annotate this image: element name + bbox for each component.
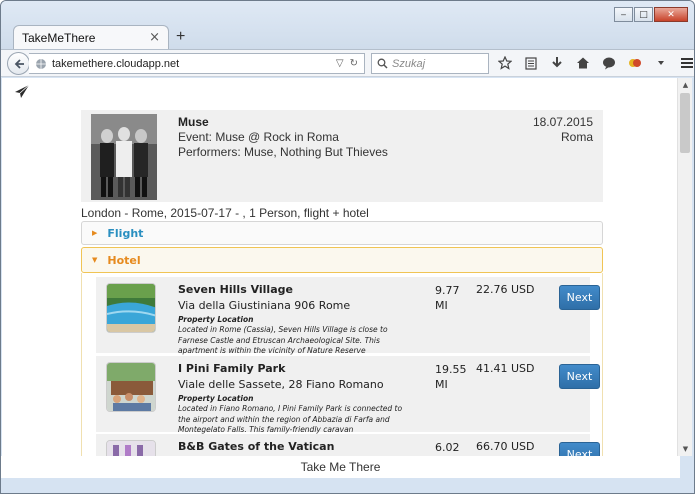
event-date: 18.07.2015 (532, 115, 593, 129)
next-button[interactable]: Next (559, 285, 600, 310)
event-title: Event: Muse @ Rock in Roma (178, 130, 339, 144)
hotel-item: B&B Gates of the Vatican 6.02 66.70 USD … (96, 434, 600, 456)
trip-summary: London - Rome, 2015-07-17 - , 1 Person, … (81, 206, 369, 220)
hotel-section-label: Hotel (107, 253, 141, 267)
scroll-down-icon[interactable]: ▼ (678, 442, 693, 456)
title-bar: ‒ □ ✕ TakeMeThere × + (1, 1, 694, 49)
hotel-address: Via della Giustiniana 906 Rome (178, 299, 351, 312)
next-button[interactable]: Next (559, 364, 600, 389)
hotel-section-header[interactable]: ▼ Hotel (81, 247, 603, 273)
home-icon[interactable] (575, 55, 591, 71)
browser-tab[interactable]: TakeMeThere × (13, 25, 169, 49)
flight-section-header[interactable]: ▶ Flight (81, 221, 603, 245)
navigation-bar: takemethere.cloudapp.net ▽ ↻ Szukaj (1, 49, 694, 77)
search-icon (377, 58, 388, 69)
hotel-distance: 9.77 MI (435, 284, 460, 312)
menu-icon[interactable] (679, 55, 694, 71)
page-viewport: Muse Event: Muse @ Rock in Roma Performe… (2, 78, 679, 456)
window-bottom-frame (1, 478, 694, 493)
reload-icon[interactable]: ↻ (350, 58, 358, 69)
maximize-button[interactable]: □ (634, 7, 653, 22)
event-performers: Performers: Muse, Nothing But Thieves (178, 145, 388, 159)
footer-text: Take Me There (300, 460, 381, 474)
flight-section-label: Flight (107, 226, 144, 240)
address-bar[interactable]: takemethere.cloudapp.net ▽ ↻ (29, 53, 365, 74)
download-icon[interactable] (549, 55, 565, 71)
dropdown-history-icon[interactable]: ▽ (336, 58, 344, 69)
minimize-button[interactable]: ‒ (614, 7, 633, 22)
event-artist: Muse (178, 115, 209, 129)
back-arrow-icon (14, 58, 24, 69)
hotel-address: Viale delle Sassete, 28 Fiano Romano (178, 378, 384, 391)
search-bar[interactable]: Szukaj (371, 53, 489, 74)
hotel-photo (106, 440, 156, 456)
event-card: Muse Event: Muse @ Rock in Roma Performe… (81, 110, 603, 202)
url-text: takemethere.cloudapp.net (52, 57, 180, 70)
dropdown-arrow-icon[interactable] (653, 55, 669, 71)
page-footer: Take Me There (1, 456, 680, 478)
hotel-item: I Pini Family Park Viale delle Sassete, … (96, 356, 600, 434)
extension-icon[interactable] (627, 55, 643, 71)
hotel-item: Seven Hills Village Via della Giustinian… (96, 277, 600, 355)
hotel-price: 41.41 USD (476, 362, 535, 375)
reading-list-icon[interactable] (523, 55, 539, 71)
close-window-button[interactable]: ✕ (654, 7, 688, 22)
property-location-title: Property Location (178, 315, 254, 324)
hotel-price: 66.70 USD (476, 440, 535, 453)
hotel-distance: 6.02 (435, 441, 460, 454)
search-placeholder: Szukaj (392, 57, 426, 70)
window-controls: ‒ □ ✕ (614, 7, 688, 22)
tab-title: TakeMeThere (22, 30, 96, 45)
tab-close-icon[interactable]: × (149, 30, 160, 45)
hotel-photo (106, 283, 156, 333)
hotel-description: Located in Fiano Romano, I Pini Family P… (178, 404, 403, 434)
scroll-up-icon[interactable]: ▲ (678, 78, 693, 92)
hotel-name: Seven Hills Village (178, 283, 293, 296)
property-location-title: Property Location (178, 394, 254, 403)
vertical-scrollbar[interactable]: ▲ ▼ (677, 78, 692, 456)
event-city: Roma (560, 130, 593, 144)
back-button[interactable] (7, 52, 30, 75)
hotel-description: Located in Rome (Cassia), Seven Hills Vi… (178, 325, 388, 355)
toolbar-icons (497, 55, 694, 71)
globe-icon (36, 58, 46, 69)
hotel-distance: 19.55 MI (435, 363, 467, 391)
scrollbar-thumb[interactable] (680, 93, 690, 153)
band-photo (91, 114, 157, 200)
hotel-photo (106, 362, 156, 412)
hotel-name: B&B Gates of the Vatican (178, 440, 335, 453)
browser-window: ‒ □ ✕ TakeMeThere × + takemethere.clouda… (0, 0, 695, 494)
hotel-price: 22.76 USD (476, 283, 535, 296)
star-icon[interactable] (497, 55, 513, 71)
hotel-name: I Pini Family Park (178, 362, 286, 375)
caret-down-icon: ▼ (92, 256, 98, 264)
caret-right-icon: ▶ (92, 229, 98, 237)
paper-plane-logo-icon[interactable] (14, 84, 30, 103)
hotel-list: Seven Hills Village Via della Giustinian… (81, 273, 603, 456)
chat-icon[interactable] (601, 55, 617, 71)
next-button[interactable]: Next (559, 442, 600, 456)
new-tab-button[interactable]: + (176, 28, 185, 46)
